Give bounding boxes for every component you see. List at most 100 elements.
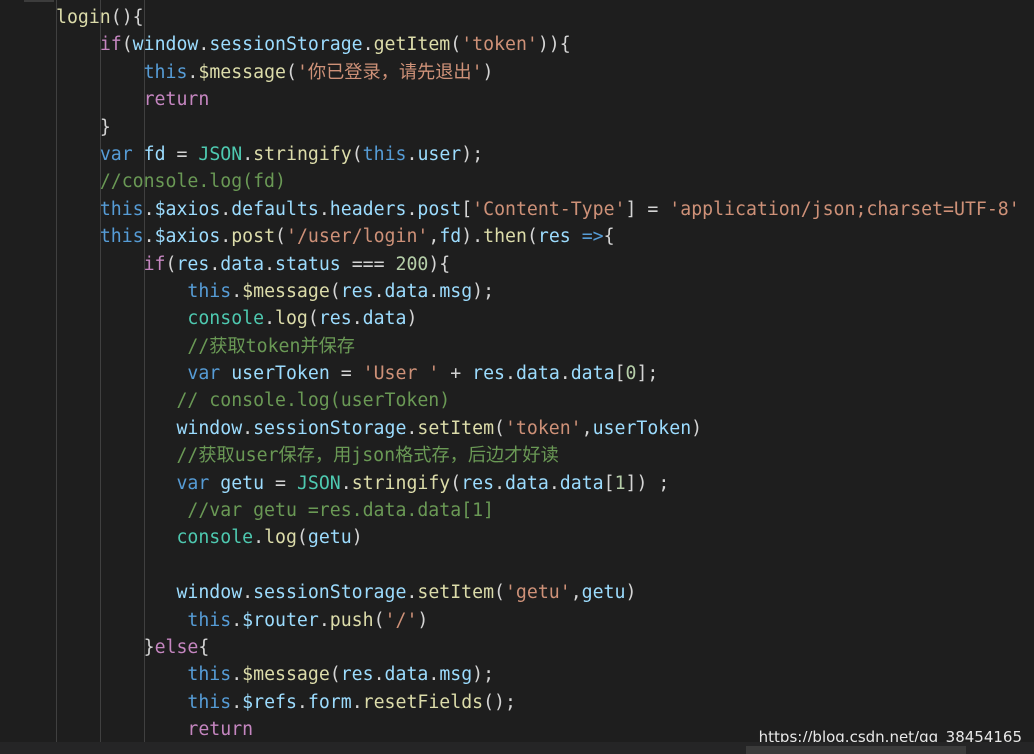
code-token: 'token'	[504, 417, 582, 439]
code-token: (	[494, 582, 505, 604]
code-line[interactable]: var getu = JSON.stringify(res.data.data[…	[56, 470, 1020, 497]
code-token: )	[625, 582, 637, 604]
code-token: this	[99, 198, 144, 220]
code-line[interactable]: // console.log(userToken)	[56, 387, 1020, 414]
code-token: console	[176, 527, 254, 549]
code-line[interactable]: if(res.data.status === 200){	[56, 251, 1020, 278]
code-token: sessionStorage	[253, 582, 407, 604]
code-token: this	[99, 226, 144, 248]
code-token: .	[318, 198, 330, 220]
code-token: ,	[428, 226, 440, 248]
code-token: (	[275, 226, 286, 248]
horizontal-scrollbar[interactable]	[0, 742, 1034, 754]
code-token: $message	[198, 61, 286, 83]
code-line[interactable]: this.$router.push('/')	[56, 607, 1020, 634]
code-line[interactable]: //获取token并保存	[56, 333, 1020, 360]
code-token: (){	[110, 7, 144, 28]
code-token: 'application/json;charset=UTF-8'	[669, 198, 1020, 220]
code-token: res	[340, 280, 374, 302]
code-token: (	[526, 226, 538, 248]
code-token: user	[417, 143, 462, 165]
code-line[interactable]: if(window.sessionStorage.getItem('token'…	[56, 31, 1020, 58]
code-token: =	[165, 143, 199, 165]
code-token: data	[384, 280, 429, 302]
code-token: .	[340, 472, 352, 494]
code-token: return	[187, 719, 254, 741]
code-token: )){	[537, 34, 571, 56]
code-token: fd	[143, 143, 166, 165]
code-line[interactable]: this.$message(res.data.msg);	[56, 278, 1020, 305]
code-token: =	[329, 363, 363, 385]
code-line[interactable]: }	[56, 114, 1020, 141]
code-token: .	[187, 61, 199, 83]
code-line[interactable]: var userToken = 'User ' + res.data.data[…	[56, 360, 1020, 387]
code-token: .	[351, 308, 363, 330]
code-token: (	[307, 308, 319, 330]
horizontal-scrollbar-thumb[interactable]	[746, 746, 966, 754]
code-token: res	[472, 363, 506, 385]
code-token: 200	[395, 253, 429, 275]
code-token: this	[187, 664, 232, 686]
code-line[interactable]: this.$message('你已登录，请先退出')	[56, 59, 1020, 86]
code-token: .	[231, 609, 243, 631]
code-token: .	[406, 582, 418, 604]
code-token: )	[406, 308, 418, 330]
code-token: log	[275, 308, 308, 330]
code-line[interactable]: console.log(getu)	[56, 524, 1020, 551]
code-line[interactable]: login(){	[56, 4, 1020, 31]
code-line[interactable]: this.$refs.form.resetFields();	[56, 689, 1020, 716]
code-lines[interactable]: login(){ if(window.sessionStorage.getIte…	[56, 4, 1020, 744]
code-token: var	[99, 143, 133, 165]
code-line[interactable]: //获取user保存，用json格式存，后边才好读	[56, 442, 1020, 469]
code-token: '/user/login'	[286, 226, 429, 248]
code-token: .	[242, 582, 254, 604]
code-token: ,	[570, 582, 582, 604]
code-line[interactable]: //var getu =res.data.data[1]	[56, 497, 1020, 524]
code-editor[interactable]: login(){ if(window.sessionStorage.getIte…	[0, 0, 1034, 754]
code-line[interactable]	[56, 552, 1020, 579]
code-token: .	[494, 472, 506, 494]
code-line[interactable]: console.log(res.data)	[56, 305, 1020, 332]
code-line[interactable]: window.sessionStorage.setItem('token',us…	[56, 415, 1020, 442]
code-token: .	[143, 198, 155, 220]
code-token: .	[373, 664, 385, 686]
code-token: //获取token并保存	[187, 335, 355, 357]
code-line[interactable]: var fd = JSON.stringify(this.user);	[56, 141, 1020, 168]
code-token: setItem	[417, 417, 495, 439]
code-token: defaults	[231, 198, 319, 220]
code-line[interactable]: window.sessionStorage.setItem('getu',get…	[56, 579, 1020, 606]
folded-line-indicator	[24, 0, 54, 2]
code-token: =>	[581, 226, 604, 248]
code-token: {	[198, 636, 210, 658]
code-line[interactable]: }else{	[56, 634, 1020, 661]
code-line[interactable]: this.$message(res.data.msg);	[56, 661, 1020, 688]
code-token: sessionStorage	[253, 417, 407, 439]
code-line[interactable]: return	[56, 86, 1020, 113]
code-token: .	[559, 363, 571, 385]
code-token: data	[220, 253, 265, 275]
code-token: (	[450, 472, 462, 494]
code-line[interactable]: this.$axios.defaults.headers.post['Conte…	[56, 196, 1020, 223]
code-token: JSON	[296, 472, 341, 494]
code-token: (	[329, 280, 341, 302]
code-token: ]) ;	[625, 472, 670, 494]
code-token: res	[537, 226, 571, 248]
code-token: ).	[461, 226, 484, 248]
code-token: this	[187, 691, 232, 713]
code-token: (	[329, 664, 341, 686]
code-line[interactable]: this.$axios.post('/user/login',fd).then(…	[56, 223, 1020, 250]
code-token: $message	[242, 280, 330, 302]
code-token: var	[176, 472, 210, 494]
code-line[interactable]: //console.log(fd)	[56, 168, 1020, 195]
code-token: $axios	[154, 226, 221, 248]
